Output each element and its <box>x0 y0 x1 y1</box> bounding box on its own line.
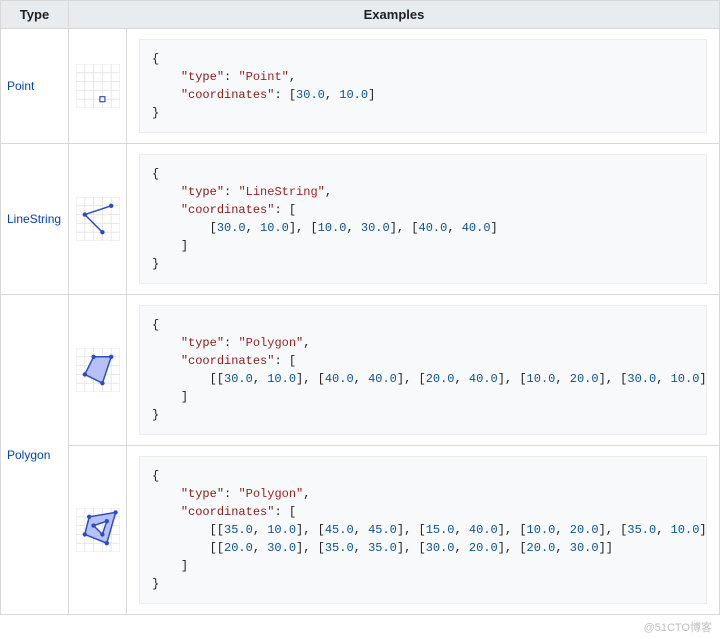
code-block: { "type": "Polygon", "coordinates": [ [[… <box>139 305 707 435</box>
example-cell: { "type": "Polygon", "coordinates": [ [[… <box>127 446 720 615</box>
table-row: LineString { "type": "LineString", "coord… <box>1 144 720 295</box>
type-cell: Polygon <box>1 295 69 615</box>
example-cell: { "type": "LineString", "coordinates": [… <box>127 144 720 295</box>
table-row: Polygon{ "type": "Polygon", "coordinates… <box>1 295 720 446</box>
type-link[interactable]: Point <box>7 79 34 93</box>
type-link[interactable]: LineString <box>7 212 61 226</box>
header-examples: Examples <box>69 1 720 29</box>
code-block: { "type": "Polygon", "coordinates": [ [[… <box>139 456 707 604</box>
polygon-icon <box>69 295 127 446</box>
polygon-hole-icon <box>69 446 127 615</box>
type-cell: LineString <box>1 144 69 295</box>
type-cell: Point <box>1 29 69 144</box>
example-cell: { "type": "Polygon", "coordinates": [ [[… <box>127 295 720 446</box>
linestring-icon <box>69 144 127 295</box>
code-block: { "type": "LineString", "coordinates": [… <box>139 154 707 284</box>
type-link[interactable]: Polygon <box>7 448 50 462</box>
header-type: Type <box>1 1 69 29</box>
table-row: { "type": "Polygon", "coordinates": [ [[… <box>1 446 720 615</box>
example-cell: { "type": "Point", "coordinates": [30.0,… <box>127 29 720 144</box>
table-row: Point { "type": "Point", "coordinates": [… <box>1 29 720 144</box>
watermark-text: @51CTO博客 <box>0 615 720 639</box>
geojson-types-table: Type Examples Point { "type": "Point", "c… <box>0 0 720 615</box>
point-icon <box>69 29 127 144</box>
code-block: { "type": "Point", "coordinates": [30.0,… <box>139 39 707 133</box>
